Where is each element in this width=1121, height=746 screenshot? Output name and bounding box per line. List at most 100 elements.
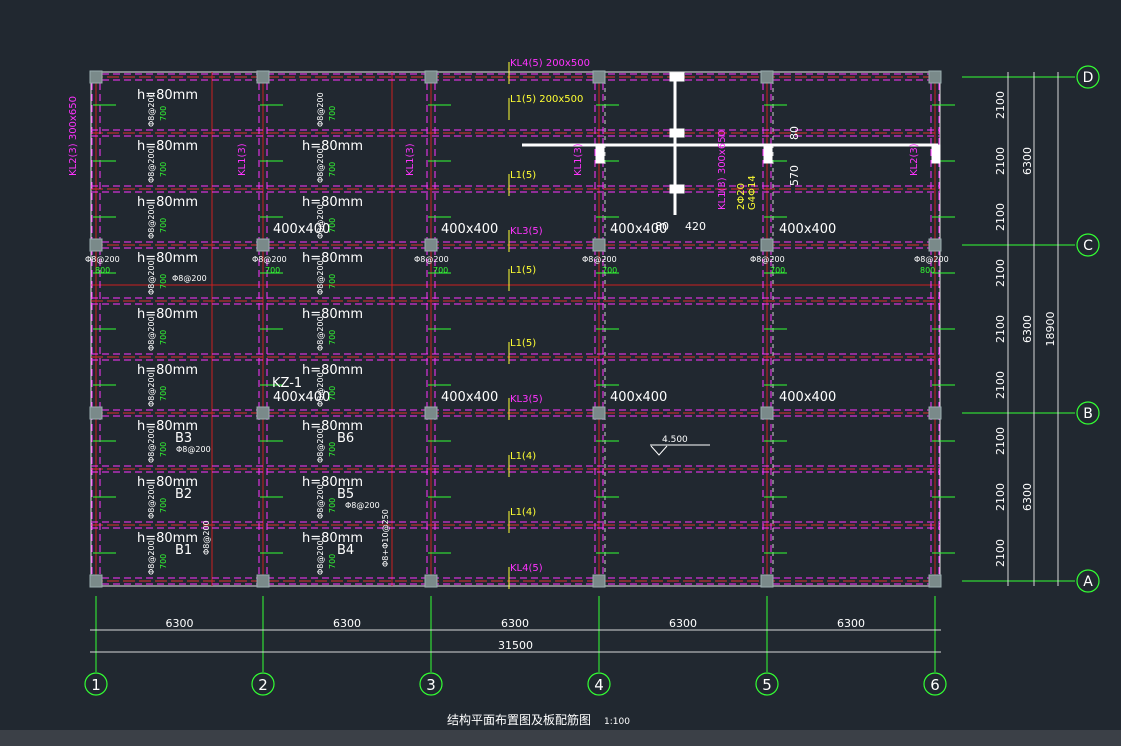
slab-id-b5: B5 — [337, 487, 354, 502]
rebar-spec: Φ8@200 — [172, 274, 207, 283]
column — [760, 238, 774, 252]
rebar-length: 700 — [265, 266, 280, 275]
grid-label: 6 — [930, 676, 940, 694]
column — [256, 238, 270, 252]
column — [89, 238, 103, 252]
dim-bay-width: 6300 — [837, 617, 865, 630]
rebar-length: 700 — [159, 162, 168, 177]
rebar-spec: Φ8@200 — [147, 540, 156, 575]
column — [928, 406, 942, 420]
rebar-spec: Φ8@200 — [316, 204, 325, 239]
column — [592, 574, 606, 588]
rebar-length: 700 — [328, 162, 337, 177]
elevation-value: 4.500 — [662, 435, 688, 445]
slab-thickness-label: h=80mm — [302, 195, 363, 210]
beam-label-l1-5-b: L1(5) — [510, 265, 536, 276]
rebar-length: 700 — [328, 274, 337, 289]
dim-80: 80 — [788, 126, 801, 140]
column-size: 400x400 — [441, 390, 498, 405]
grid-label: 3 — [426, 676, 436, 694]
rebar-length: 700 — [159, 554, 168, 569]
rebar-spec: Φ8@200 — [345, 501, 380, 510]
column — [256, 406, 270, 420]
rebar-length: 700 — [328, 554, 337, 569]
grid-label: 4 — [594, 676, 604, 694]
rebar-length: 800 — [920, 266, 935, 275]
drawing-scale: 1:100 — [604, 717, 630, 727]
rebar-spec: Φ8@200 — [316, 316, 325, 351]
column — [592, 406, 606, 420]
beam-label-kl4-bottom: KL4(5) — [510, 563, 543, 574]
column — [256, 574, 270, 588]
rebar-length: 700 — [770, 266, 785, 275]
grid-label: A — [1083, 574, 1093, 590]
rebar-spec: Φ8@200 — [202, 520, 211, 555]
column — [592, 70, 606, 84]
rebar-spec: Φ8@200 — [316, 428, 325, 463]
dim-bay-height: 6300 — [1021, 147, 1034, 175]
dim-bay-width: 6300 — [501, 617, 529, 630]
beam-label-kl1-a: KL1(3) — [237, 143, 248, 176]
rebar-spec: Φ8@200 — [316, 92, 325, 127]
beam-label-rebar2: G4Φ14 — [747, 175, 758, 210]
beam-label-kl2-left: KL2(3) 300x650 — [68, 96, 79, 176]
beam-label-kl3-b: KL3(5) — [510, 394, 543, 405]
elevation-marker: 4.500 — [650, 435, 710, 456]
dim-sub: 2100 — [994, 91, 1007, 119]
column-size: 400x400 — [779, 222, 836, 237]
dim-sub: 2100 — [994, 147, 1007, 175]
dim-570: 570 — [788, 165, 801, 186]
rebar-length: 700 — [328, 218, 337, 233]
column — [928, 574, 942, 588]
column — [592, 238, 606, 252]
dim-sub: 2100 — [994, 203, 1007, 231]
dim-bay-width: 6300 — [669, 617, 697, 630]
column-size: 400x400 — [779, 390, 836, 405]
cad-viewport[interactable]: 6300 6300 6300 6300 6300 31500 2100 2100 2100 210… — [0, 0, 1121, 746]
rebar-length: 700 — [159, 442, 168, 457]
rebar-spec: Φ8@200 — [914, 255, 949, 264]
stirrup-spec: Φ8+Φ10@250 — [381, 509, 390, 567]
rebar-spec: Φ8@200 — [316, 372, 325, 407]
beam-label-kl1-section: KL1(3) 300x650 — [717, 130, 728, 210]
dim-total-height: 18900 — [1044, 312, 1057, 347]
dim-bay-width: 6300 — [166, 617, 194, 630]
rebar-spec: Φ8@200 — [147, 148, 156, 183]
column — [424, 574, 438, 588]
column — [89, 574, 103, 588]
slab-thickness-label: h=80mm — [302, 363, 363, 378]
rebar-spec: Φ8@200 — [147, 204, 156, 239]
dim-80b: 80 — [655, 220, 669, 233]
dim-sub: 2100 — [994, 539, 1007, 567]
beam-label-kl1-c: KL1(3) — [573, 143, 584, 176]
rebar-spec: Φ8@200 — [85, 255, 120, 264]
rebar-spec: Φ8@200 — [750, 255, 785, 264]
column — [928, 238, 942, 252]
rebar-spec: Φ8@200 — [147, 484, 156, 519]
beam-label-kl2-right: KL2(3) — [909, 143, 920, 176]
beam-label-l1-5-a: L1(5) — [510, 170, 536, 181]
rebar-length: 700 — [159, 218, 168, 233]
dim-bay-height: 6300 — [1021, 483, 1034, 511]
beam-label-l1-4-a: L1(4) — [510, 451, 536, 462]
section-detail — [522, 72, 941, 215]
beam-label-rebar1: 2Φ20 — [736, 183, 747, 210]
status-bar — [0, 730, 1121, 746]
column-size: 400x400 — [441, 222, 498, 237]
column — [760, 574, 774, 588]
rebar-spec: Φ8@200 — [414, 255, 449, 264]
dim-sub: 2100 — [994, 483, 1007, 511]
dim-sub: 2100 — [994, 371, 1007, 399]
beam-label-kl4-top: KL4(5) 200x500 — [510, 58, 590, 69]
dim-bay-width: 6300 — [333, 617, 361, 630]
column — [424, 406, 438, 420]
column — [760, 406, 774, 420]
dim-sub: 2100 — [994, 315, 1007, 343]
rebar-spec: Φ8@200 — [147, 260, 156, 295]
rebar-length: 700 — [159, 386, 168, 401]
rebar-spec: Φ8@200 — [316, 148, 325, 183]
slab-id-b3: B3 — [175, 431, 192, 446]
rebar-length: 700 — [159, 274, 168, 289]
column — [256, 70, 270, 84]
dim-bay-height: 6300 — [1021, 315, 1034, 343]
